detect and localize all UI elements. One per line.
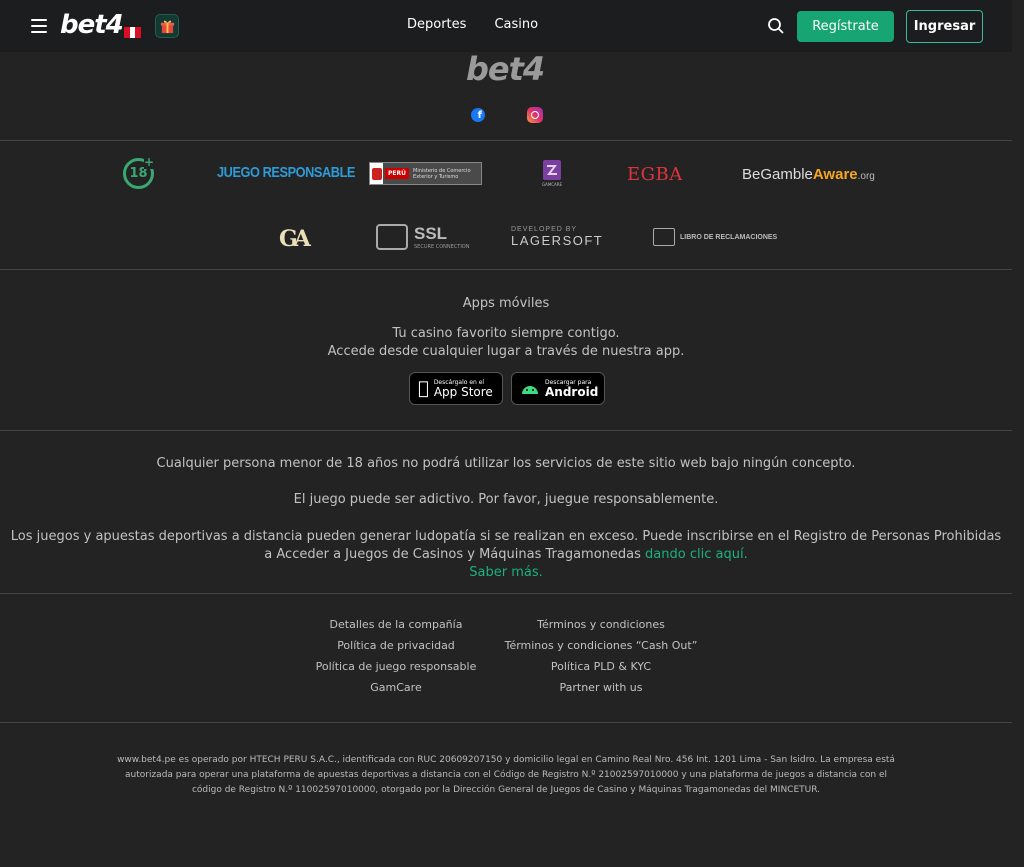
cashout-terms-link[interactable]: Términos y condiciones “Cash Out”: [491, 638, 711, 659]
ludopatia-notice: Los juegos y apuestas deportivas a dista…: [10, 529, 1002, 580]
pld-kyc-link[interactable]: Política PLD & KYC: [491, 659, 711, 680]
gift-icon[interactable]: [155, 14, 179, 38]
divider: [0, 722, 1012, 723]
register-button[interactable]: Regístrate: [797, 11, 894, 42]
ga-badge[interactable]: GA: [279, 226, 311, 252]
ssl-badge: SSL SECURE CONNECTION: [376, 224, 469, 250]
svg-text:GAMCARE: GAMCARE: [542, 182, 563, 187]
divider: [0, 140, 1012, 141]
mincetur-badge[interactable]: PERÚ Ministerio de Comercio Exterior y T…: [369, 162, 482, 185]
peru-flag-icon: [124, 27, 142, 38]
divider: [0, 430, 1012, 431]
gamcare-badge[interactable]: GAMCARE: [541, 158, 566, 188]
terms-link[interactable]: Términos y condiciones: [491, 617, 711, 638]
nav-deportes[interactable]: Deportes: [407, 17, 466, 32]
login-button[interactable]: Ingresar: [906, 10, 983, 43]
top-header: bet4 Deportes Casino Regístrate Ingresar: [0, 0, 1012, 52]
learn-more-link[interactable]: Saber más.: [469, 565, 542, 580]
gamcare-link[interactable]: GamCare: [296, 680, 496, 701]
partner-link[interactable]: Partner with us: [491, 680, 711, 701]
company-details-link[interactable]: Detalles de la compañía: [296, 617, 496, 638]
peru-shield-icon: [370, 163, 384, 184]
juego-responsable-badge[interactable]: JUEGO RESPONSABLE: [217, 164, 355, 181]
responsible-gaming-link[interactable]: Política de juego responsable: [296, 659, 496, 680]
apps-line2: Accede desde cualquier lugar a través de…: [327, 344, 685, 359]
android-icon: [522, 385, 538, 394]
menu-icon[interactable]: [31, 19, 47, 33]
footer-logo[interactable]: bet4: [466, 50, 545, 88]
bet4-logo[interactable]: bet4: [60, 10, 124, 40]
facebook-icon[interactable]: f: [471, 108, 485, 122]
lagersoft-badge[interactable]: DEVELOPED BY LAGERSOFT: [511, 226, 603, 248]
egba-badge[interactable]: EGBA: [627, 164, 683, 185]
addictive-notice: El juego puede ser adictivo. Por favor, …: [293, 492, 719, 507]
main-nav: Deportes Casino: [407, 17, 538, 32]
apps-title: Apps móviles: [462, 296, 550, 311]
book-icon: [653, 228, 675, 246]
apps-line1: Tu casino favorito siempre contigo.: [392, 326, 620, 341]
links-right: Términos y condiciones Términos y condic…: [491, 617, 711, 701]
links-left: Detalles de la compañía Política de priv…: [296, 617, 496, 701]
card-icon: [376, 224, 408, 250]
apple-icon: : [418, 379, 429, 398]
minor-notice: Cualquier persona menor de 18 años no po…: [156, 456, 856, 471]
app-store-button[interactable]:  Descárgalo en elApp Store: [409, 372, 503, 405]
search-icon[interactable]: [767, 17, 785, 35]
nav-casino[interactable]: Casino: [494, 17, 538, 32]
divider: [0, 593, 1012, 594]
divider: [0, 269, 1012, 270]
begambleaware-badge[interactable]: BeGambleAware.org: [742, 166, 875, 183]
click-here-link[interactable]: dando clic aquí.: [645, 547, 748, 562]
android-button[interactable]: Descargar para Android: [511, 372, 605, 405]
age-18-badge: 18 +: [123, 155, 154, 189]
libro-reclamaciones-badge[interactable]: LIBRO DE RECLAMACIONES: [653, 228, 777, 246]
instagram-icon[interactable]: [527, 107, 543, 123]
fine-print: www.bet4.pe es operado por HTECH PERU S.…: [117, 755, 895, 795]
privacy-policy-link[interactable]: Política de privacidad: [296, 638, 496, 659]
